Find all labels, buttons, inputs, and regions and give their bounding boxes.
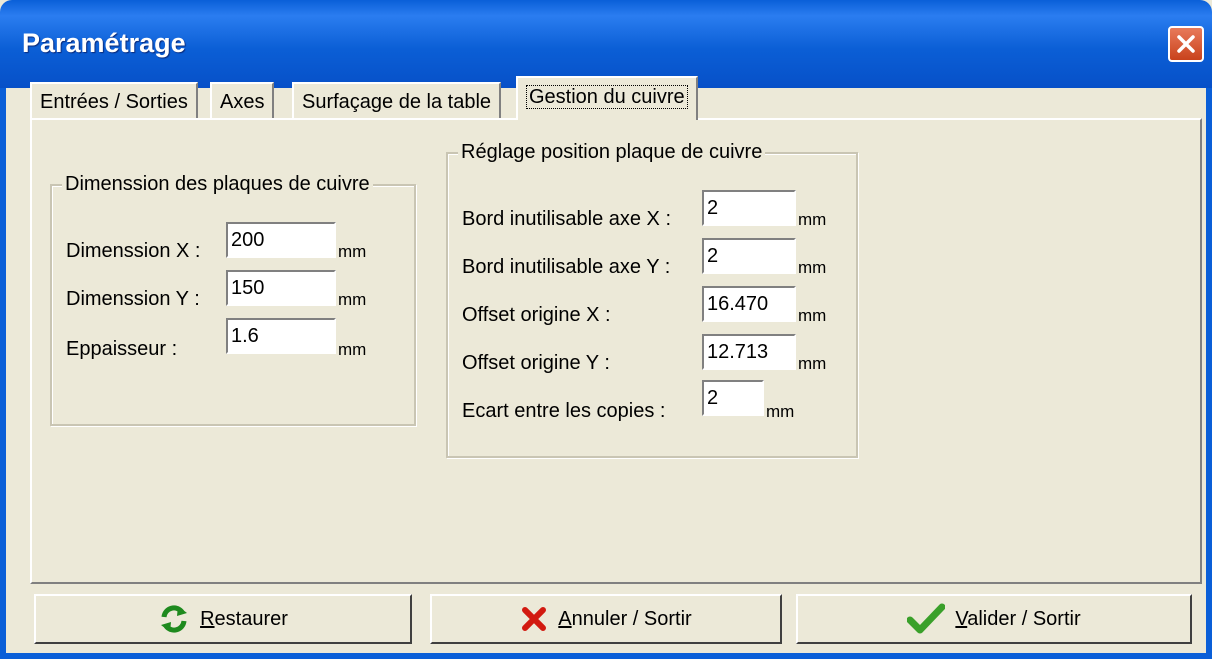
dimension-y-unit: mm [338,290,367,309]
restore-label: Restaurer [200,607,288,630]
dimension-x-input[interactable] [226,222,336,258]
tab-gestion-cuivre[interactable]: Gestion du cuivre [516,76,698,120]
close-button[interactable] [1168,26,1204,62]
offset-x-input[interactable] [702,286,796,322]
copy-gap-unit: mm [766,402,795,421]
edge-x-label: Bord inutilisable axe X : [462,208,672,230]
edge-y-label: Bord inutilisable axe Y : [462,256,671,278]
thickness-label: Eppaisseur : [66,338,178,360]
green-check-icon [907,603,946,634]
tab-label: Gestion du cuivre [526,85,688,109]
offset-y-unit: mm [798,354,827,373]
window-border-left [0,88,6,659]
tab-label: Surfaçage de la table [302,91,492,113]
tab-label: Entrées / Sorties [40,91,188,113]
tab-label: Axes [220,91,265,113]
refresh-icon [161,605,188,633]
window-border-bottom [0,653,1212,659]
tab-entrees-sorties[interactable]: Entrées / Sorties [30,82,198,118]
cancel-button[interactable]: Annuler / Sortir [430,594,782,644]
edge-y-input[interactable] [702,238,796,274]
window-title: Paramétrage [22,28,186,58]
red-x-icon [522,607,547,631]
tab-axes[interactable]: Axes [210,82,275,118]
validate-label: Valider / Sortir [955,607,1081,630]
offset-y-label: Offset origine Y : [462,352,610,374]
edge-x-input[interactable] [702,190,796,226]
cancel-label: Annuler / Sortir [558,607,692,630]
edge-y-unit: mm [798,258,827,277]
offset-y-input[interactable] [702,334,796,370]
thickness-unit: mm [338,340,367,359]
copy-gap-input[interactable] [702,380,764,416]
window-border-right [1206,88,1212,659]
dimension-x-unit: mm [338,242,367,261]
settings-dialog: Paramétrage Entrées / Sorties Axes Surfa… [0,0,1212,659]
dimension-x-label: Dimenssion X : [66,240,201,262]
thickness-input[interactable] [226,318,336,354]
copy-gap-label: Ecart entre les copies : [462,400,666,422]
dimension-y-label: Dimenssion Y : [66,288,200,310]
tab-surfacage[interactable]: Surfaçage de la table [292,82,502,118]
close-icon [1177,35,1195,53]
offset-x-label: Offset origine X : [462,304,611,326]
title-bar[interactable]: Paramétrage [0,0,1212,88]
validate-button[interactable]: Valider / Sortir [796,594,1192,644]
group-dimension-title: Dimenssion des plaques de cuivre [62,173,373,196]
edge-x-unit: mm [798,210,827,229]
restore-button[interactable]: Restaurer [34,594,412,644]
dimension-y-input[interactable] [226,270,336,306]
offset-x-unit: mm [798,306,827,325]
group-position-title: Réglage position plaque de cuivre [458,141,766,164]
